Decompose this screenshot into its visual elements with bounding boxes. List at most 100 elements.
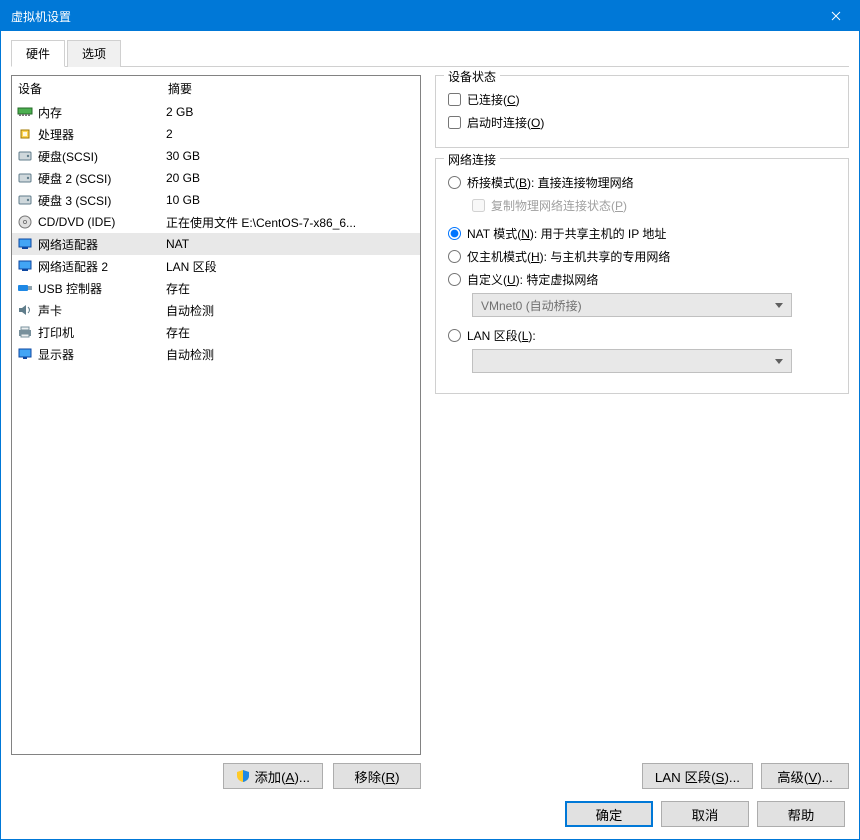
custom-label[interactable]: 自定义(U): 特定虚拟网络 — [467, 271, 598, 288]
list-header: 设备 摘要 — [12, 76, 420, 101]
net-icon — [16, 236, 34, 252]
net-icon — [16, 258, 34, 274]
custom-radio[interactable] — [448, 273, 461, 286]
device-row-net[interactable]: 网络适配器NAT — [12, 233, 420, 255]
device-name: 硬盘 2 (SCSI) — [38, 170, 166, 187]
device-name: 打印机 — [38, 324, 166, 341]
device-summary: 20 GB — [166, 171, 416, 185]
cd-icon — [16, 214, 34, 230]
advanced-button[interactable]: 高级(V)... — [761, 763, 849, 789]
replicate-checkbox — [472, 199, 485, 212]
sound-icon — [16, 302, 34, 318]
network-title: 网络连接 — [444, 151, 500, 168]
device-summary: 正在使用文件 E:\CentOS-7-x86_6... — [166, 214, 416, 231]
usb-icon — [16, 280, 34, 296]
content-area: 硬件 选项 设备 摘要 内存2 GB处理器2硬盘(SCSI)30 GB硬盘 2 … — [1, 31, 859, 839]
device-summary: 存在 — [166, 324, 416, 341]
display-icon — [16, 346, 34, 362]
header-summary[interactable]: 摘要 — [162, 76, 420, 101]
connect-power-on-label[interactable]: 启动时连接(O) — [467, 114, 544, 131]
device-status-title: 设备状态 — [444, 68, 500, 85]
close-button[interactable] — [813, 1, 859, 31]
device-row-display[interactable]: 显示器自动检测 — [12, 343, 420, 365]
device-name: 声卡 — [38, 302, 166, 319]
replicate-label: 复制物理网络连接状态(P) — [491, 197, 627, 214]
shield-icon — [236, 769, 250, 783]
cpu-icon — [16, 126, 34, 142]
list-body: 内存2 GB处理器2硬盘(SCSI)30 GB硬盘 2 (SCSI)20 GB硬… — [12, 101, 420, 754]
connected-label[interactable]: 已连接(C) — [467, 91, 520, 108]
device-summary: 2 — [166, 127, 416, 141]
device-summary: 2 GB — [166, 105, 416, 119]
device-summary: LAN 区段 — [166, 258, 416, 275]
connected-checkbox[interactable] — [448, 93, 461, 106]
device-name: 网络适配器 2 — [38, 258, 166, 275]
device-row-memory[interactable]: 内存2 GB — [12, 101, 420, 123]
printer-icon — [16, 324, 34, 340]
lan-segments-label: LAN 区段(S)... — [655, 767, 740, 786]
device-row-cpu[interactable]: 处理器2 — [12, 123, 420, 145]
memory-icon — [16, 104, 34, 120]
lan-segment-radio[interactable] — [448, 329, 461, 342]
cancel-button[interactable]: 取消 — [661, 801, 749, 827]
connect-power-on-checkbox[interactable] — [448, 116, 461, 129]
network-connection-group: 网络连接 桥接模式(B): 直接连接物理网络 复制物理网络连接状态(P) NAT… — [435, 158, 849, 394]
bridged-radio[interactable] — [448, 176, 461, 189]
device-summary: 10 GB — [166, 193, 416, 207]
tab-hardware[interactable]: 硬件 — [11, 40, 65, 67]
device-name: 硬盘 3 (SCSI) — [38, 192, 166, 209]
header-device[interactable]: 设备 — [12, 76, 162, 101]
device-name: CD/DVD (IDE) — [38, 215, 166, 229]
device-name: 网络适配器 — [38, 236, 166, 253]
lan-segment-label[interactable]: LAN 区段(L): — [467, 327, 536, 344]
disk-icon — [16, 170, 34, 186]
right-button-row: LAN 区段(S)... 高级(V)... — [435, 753, 849, 789]
device-row-cd[interactable]: CD/DVD (IDE)正在使用文件 E:\CentOS-7-x86_6... — [12, 211, 420, 233]
device-status-group: 设备状态 已连接(C) 启动时连接(O) — [435, 75, 849, 148]
lan-segments-button[interactable]: LAN 区段(S)... — [642, 763, 753, 789]
add-button[interactable]: 添加(A)... — [223, 763, 323, 789]
ok-button[interactable]: 确定 — [565, 801, 653, 827]
disk-icon — [16, 148, 34, 164]
body-row: 设备 摘要 内存2 GB处理器2硬盘(SCSI)30 GB硬盘 2 (SCSI)… — [11, 75, 849, 789]
window-title: 虚拟机设置 — [11, 8, 813, 25]
device-name: 处理器 — [38, 126, 166, 143]
device-name: 显示器 — [38, 346, 166, 363]
host-only-radio[interactable] — [448, 250, 461, 263]
device-row-disk[interactable]: 硬盘(SCSI)30 GB — [12, 145, 420, 167]
device-row-net[interactable]: 网络适配器 2LAN 区段 — [12, 255, 420, 277]
custom-network-select: VMnet0 (自动桥接) — [472, 293, 792, 317]
device-row-printer[interactable]: 打印机存在 — [12, 321, 420, 343]
device-summary: 自动检测 — [166, 302, 416, 319]
device-summary: 存在 — [166, 280, 416, 297]
device-name: 硬盘(SCSI) — [38, 148, 166, 165]
device-summary: 30 GB — [166, 149, 416, 163]
left-panel: 设备 摘要 内存2 GB处理器2硬盘(SCSI)30 GB硬盘 2 (SCSI)… — [11, 75, 421, 789]
custom-select-value: VMnet0 (自动桥接) — [481, 297, 582, 314]
host-only-label[interactable]: 仅主机模式(H): 与主机共享的专用网络 — [467, 248, 670, 265]
device-list: 设备 摘要 内存2 GB处理器2硬盘(SCSI)30 GB硬盘 2 (SCSI)… — [11, 75, 421, 755]
left-buttons: 添加(A)... 移除(R) — [11, 763, 421, 789]
right-panel: 设备状态 已连接(C) 启动时连接(O) 网络连接 桥接模式(B): 直接连接物 — [435, 75, 849, 789]
nat-label[interactable]: NAT 模式(N): 用于共享主机的 IP 地址 — [467, 225, 666, 242]
device-row-disk[interactable]: 硬盘 3 (SCSI)10 GB — [12, 189, 420, 211]
lan-segment-select — [472, 349, 792, 373]
footer-buttons: 确定 取消 帮助 — [11, 789, 849, 829]
device-row-disk[interactable]: 硬盘 2 (SCSI)20 GB — [12, 167, 420, 189]
device-summary: NAT — [166, 237, 416, 251]
help-button[interactable]: 帮助 — [757, 801, 845, 827]
device-row-sound[interactable]: 声卡自动检测 — [12, 299, 420, 321]
add-button-label: 添加(A)... — [254, 767, 310, 786]
device-summary: 自动检测 — [166, 346, 416, 363]
bridged-label[interactable]: 桥接模式(B): 直接连接物理网络 — [467, 174, 634, 191]
advanced-label: 高级(V)... — [777, 767, 833, 786]
remove-button[interactable]: 移除(R) — [333, 763, 421, 789]
disk-icon — [16, 192, 34, 208]
vm-settings-window: 虚拟机设置 硬件 选项 设备 摘要 内存2 GB处理器2硬盘(SCSI)30 G… — [0, 0, 860, 840]
close-icon — [831, 11, 841, 21]
remove-button-label: 移除(R) — [354, 767, 399, 786]
device-name: 内存 — [38, 104, 166, 121]
tab-options[interactable]: 选项 — [67, 40, 121, 67]
nat-radio[interactable] — [448, 227, 461, 240]
device-row-usb[interactable]: USB 控制器存在 — [12, 277, 420, 299]
